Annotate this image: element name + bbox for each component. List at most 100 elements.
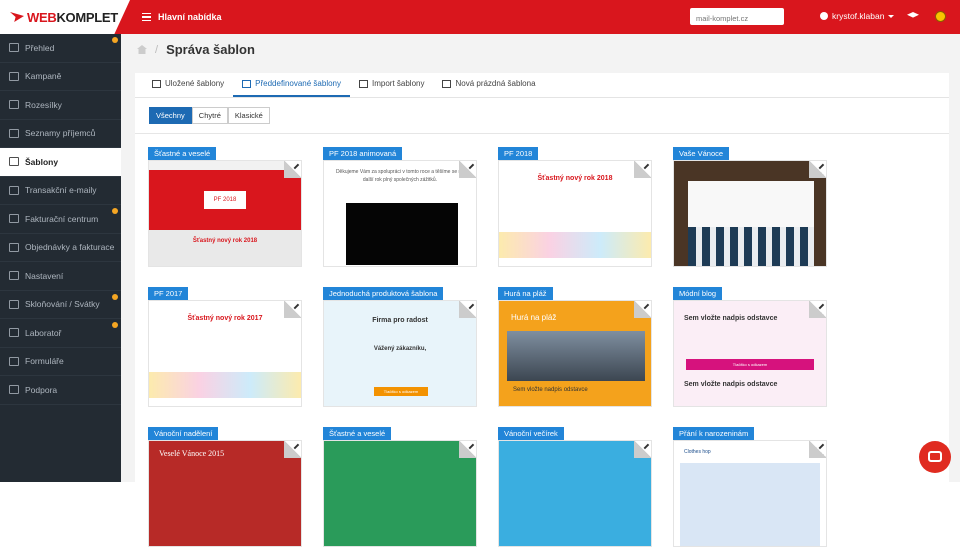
hamburger-icon[interactable] xyxy=(142,12,151,22)
sidebar-item[interactable]: Rozesílky xyxy=(0,91,121,120)
preview-decoration xyxy=(499,232,651,258)
menu-icon xyxy=(9,71,19,81)
preview-header xyxy=(149,161,301,170)
graduation-cap-icon[interactable] xyxy=(907,12,919,18)
sidebar-item-label: Formuláře xyxy=(25,356,64,367)
magic-wand-icon[interactable] xyxy=(465,301,475,310)
user-menu[interactable]: krystof.klaban xyxy=(820,11,895,21)
sidebar-item-label: Rozesílky xyxy=(25,99,62,110)
magic-wand-icon[interactable] xyxy=(640,301,650,310)
template-card[interactable]: Módní blog Sem vložte nadpis odstavce Tlač… xyxy=(673,287,827,407)
template-preview[interactable]: Děkujeme Vám za spolupráci v tomto roce … xyxy=(323,160,477,267)
user-name: krystof.klaban xyxy=(832,11,885,21)
tab[interactable]: Import šablony xyxy=(350,79,433,97)
magic-wand-icon[interactable] xyxy=(290,161,300,170)
sidebar-item[interactable]: Transakční e-maily xyxy=(0,177,121,205)
template-name: Šťastné a veselé xyxy=(323,427,392,440)
template-preview[interactable]: Sem vložte nadpis odstavce Tlačítko s odk… xyxy=(673,300,827,407)
magic-wand-icon[interactable] xyxy=(290,441,300,450)
tab-label: Uložené šablony xyxy=(165,79,225,88)
preview-title: Šťastný nový rok 2018 xyxy=(537,175,613,182)
sidebar-item[interactable]: Skloňování / Svátky xyxy=(0,291,121,319)
menu-icon xyxy=(9,356,19,366)
template-card[interactable]: Hurá na pláž Hurá na pláž Sem vložte nadpi… xyxy=(498,287,652,407)
template-card[interactable]: Vaše Vánoce xyxy=(673,147,827,267)
home-icon[interactable] xyxy=(137,45,147,54)
preview-title: Hurá na pláž xyxy=(511,313,557,322)
smiley-icon[interactable] xyxy=(935,11,946,22)
template-preview[interactable] xyxy=(323,440,477,547)
filter-button[interactable]: Klasické xyxy=(227,107,270,124)
menu-icon xyxy=(9,157,19,167)
page-title: Správa šablon xyxy=(166,42,255,57)
sidebar-item[interactable]: Podpora xyxy=(0,376,121,405)
template-card[interactable]: Přání k narozeninám Clothes hop xyxy=(673,427,827,547)
sidebar-item-label: Seznamy příjemců xyxy=(25,128,96,139)
sidebar-item[interactable]: Šablony xyxy=(0,148,121,177)
magic-wand-icon[interactable] xyxy=(290,301,300,310)
template-name: Vánoční večírek xyxy=(498,427,564,440)
template-card[interactable]: Vánoční večírek xyxy=(498,427,652,547)
template-preview[interactable]: Šťastný nový rok 2017 xyxy=(148,300,302,407)
magic-wand-icon[interactable] xyxy=(815,441,825,450)
template-card[interactable]: PF 2017 Šťastný nový rok 2017 xyxy=(148,287,302,407)
tab[interactable]: Předdefinované šablony xyxy=(233,79,350,97)
template-card[interactable]: PF 2018 Šťastný nový rok 2018 xyxy=(498,147,652,267)
magic-wand-icon[interactable] xyxy=(815,161,825,170)
divider xyxy=(135,133,949,134)
template-name: Jednoduchá produktová šablona xyxy=(323,287,444,300)
sidebar-item-label: Podpora xyxy=(25,384,58,395)
chat-button[interactable] xyxy=(919,441,951,473)
chevron-down-icon xyxy=(888,14,895,18)
sidebar-item-label: Přehled xyxy=(25,42,55,53)
template-preview[interactable] xyxy=(673,160,827,267)
magic-wand-icon[interactable] xyxy=(640,441,650,450)
magic-wand-icon[interactable] xyxy=(465,441,475,450)
main-menu-label[interactable]: Hlavní nabídka xyxy=(158,12,222,22)
template-preview[interactable]: Clothes hop xyxy=(673,440,827,547)
template-card[interactable]: Šťastné a veselé xyxy=(323,427,477,547)
sidebar-item[interactable]: Laboratoř xyxy=(0,319,121,348)
filter-button[interactable]: Všechny xyxy=(149,107,192,124)
template-card[interactable]: Šťastné a veselé PF 2018 Šťastný nový rok … xyxy=(148,147,302,267)
sidebar-item[interactable]: Přehled xyxy=(0,34,121,63)
preview-sub: Vážený zákazníku, xyxy=(373,346,427,352)
template-preview[interactable]: Firma pro radost Vážený zákazníku, Tlačítk… xyxy=(323,300,477,407)
magic-wand-icon[interactable] xyxy=(465,161,475,170)
notification-dot xyxy=(112,37,118,43)
domain-field[interactable] xyxy=(690,8,784,25)
sidebar-item[interactable]: Fakturační centrum xyxy=(0,205,121,234)
menu-icon xyxy=(9,100,19,110)
template-preview[interactable]: Hurá na pláž Sem vložte nadpis odstavce xyxy=(498,300,652,407)
sidebar-item[interactable]: Objednávky a fakturace xyxy=(0,234,121,262)
template-preview[interactable]: Veselé Vánoce 2015 xyxy=(148,440,302,547)
sidebar-item[interactable]: Formuláře xyxy=(0,348,121,376)
preview-button: Tlačítko s odkazem xyxy=(686,359,814,370)
menu-icon xyxy=(9,185,19,195)
preview-corner xyxy=(634,441,651,458)
preview-photo xyxy=(507,331,645,381)
sidebar-item[interactable]: Nastavení xyxy=(0,262,121,291)
tab[interactable]: Nová prázdná šablona xyxy=(433,79,544,97)
template-card[interactable]: Jednoduchá produktová šablona Firma pro r… xyxy=(323,287,477,407)
template-card[interactable]: Vánoční nadělení Veselé Vánoce 2015 xyxy=(148,427,302,547)
template-preview[interactable] xyxy=(498,440,652,547)
template-preview[interactable]: PF 2018 Šťastný nový rok 2018 xyxy=(148,160,302,267)
sidebar-item[interactable]: Kampaně xyxy=(0,63,121,91)
preview-title: Sem vložte nadpis odstavce xyxy=(684,315,778,322)
template-preview[interactable]: Šťastný nový rok 2018 xyxy=(498,160,652,267)
magic-wand-icon[interactable] xyxy=(640,161,650,170)
magic-wand-icon[interactable] xyxy=(815,301,825,310)
preview-corner xyxy=(284,441,301,458)
template-name: Módní blog xyxy=(673,287,723,300)
notification-dot xyxy=(112,322,118,328)
tab[interactable]: Uložené šablony xyxy=(143,79,233,97)
filter-button[interactable]: Chytré xyxy=(191,107,228,124)
template-card[interactable]: PF 2018 animovaná Děkujeme Vám za spolupr… xyxy=(323,147,477,267)
preview-corner xyxy=(284,161,301,178)
sidebar-item[interactable]: Seznamy příjemců xyxy=(0,120,121,148)
logo[interactable]: WEBKOMPLET xyxy=(0,0,130,34)
template-name: Hurá na pláž xyxy=(498,287,553,300)
sidebar-item-label: Fakturační centrum xyxy=(25,213,99,224)
preview-corner xyxy=(809,441,826,458)
